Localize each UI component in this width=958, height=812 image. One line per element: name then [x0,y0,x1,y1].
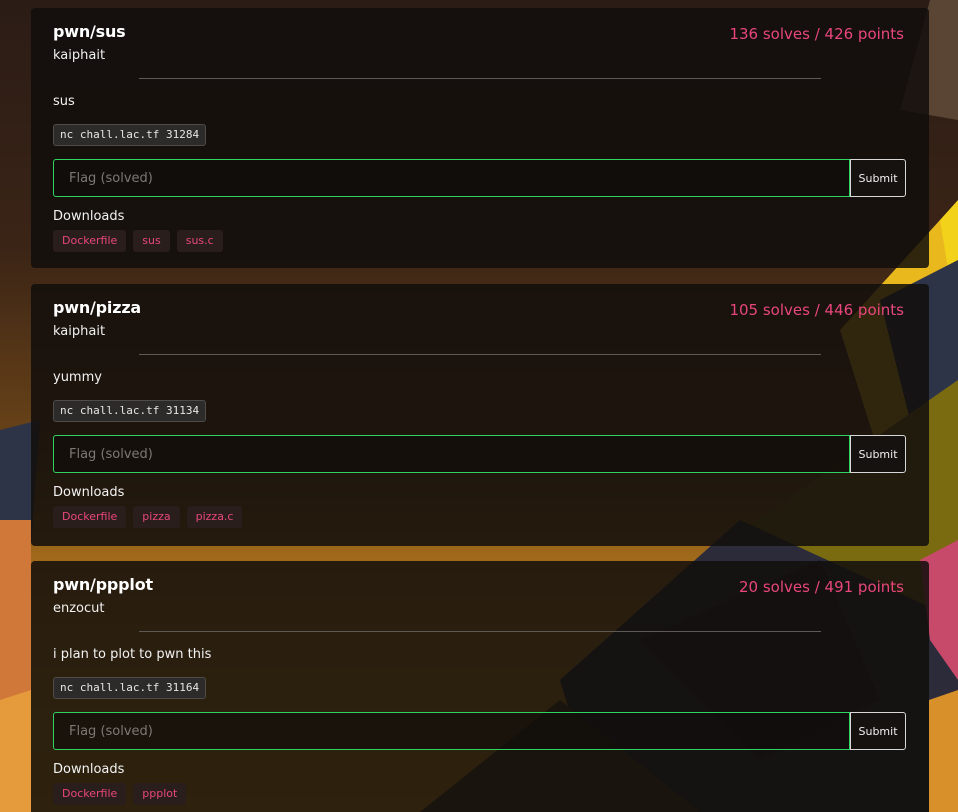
submit-button[interactable]: Submit [850,159,906,197]
challenge-card: pwn/pizza kaiphait 105 solves / 446 poin… [31,284,929,546]
challenge-score: 20 solves / 491 points [739,578,904,596]
downloads-list: Dockerfile pizza pizza.c [53,506,243,528]
challenge-author: enzocut [53,601,105,616]
downloads-label: Downloads [53,485,125,500]
connection-command: nc chall.lac.tf 31164 [53,677,207,699]
flag-form: Submit [53,712,906,750]
challenge-title: pwn/ppplot [53,575,153,594]
challenge-description: yummy [53,370,102,385]
downloads-list: Dockerfile ppplot [53,783,187,805]
connection-command: nc chall.lac.tf 31284 [53,124,207,146]
challenge-card: pwn/sus kaiphait 136 solves / 426 points… [31,8,929,268]
flag-input[interactable] [53,159,850,197]
download-link[interactable]: ppplot [133,783,187,805]
divider [139,354,821,355]
download-link[interactable]: Dockerfile [53,230,127,252]
flag-form: Submit [53,435,906,473]
submit-button[interactable]: Submit [850,435,906,473]
download-link[interactable]: pizza.c [186,506,243,528]
challenge-description: sus [53,94,75,109]
challenge-score: 136 solves / 426 points [729,25,904,43]
challenge-description: i plan to plot to pwn this [53,647,212,662]
divider [139,631,821,632]
download-link[interactable]: Dockerfile [53,506,127,528]
flag-input[interactable] [53,712,850,750]
flag-form: Submit [53,159,906,197]
downloads-label: Downloads [53,762,125,777]
submit-button[interactable]: Submit [850,712,906,750]
download-link[interactable]: sus.c [176,230,223,252]
challenge-author: kaiphait [53,48,106,63]
challenge-title: pwn/pizza [53,298,142,317]
download-link[interactable]: pizza [133,506,180,528]
flag-input[interactable] [53,435,850,473]
challenge-score: 105 solves / 446 points [729,301,904,319]
challenge-card: pwn/ppplot enzocut 20 solves / 491 point… [31,561,929,812]
downloads-label: Downloads [53,209,125,224]
divider [139,78,821,79]
connection-command: nc chall.lac.tf 31134 [53,400,207,422]
download-link[interactable]: sus [133,230,170,252]
challenge-title: pwn/sus [53,22,126,41]
downloads-list: Dockerfile sus sus.c [53,230,223,252]
download-link[interactable]: Dockerfile [53,783,127,805]
challenge-author: kaiphait [53,324,106,339]
